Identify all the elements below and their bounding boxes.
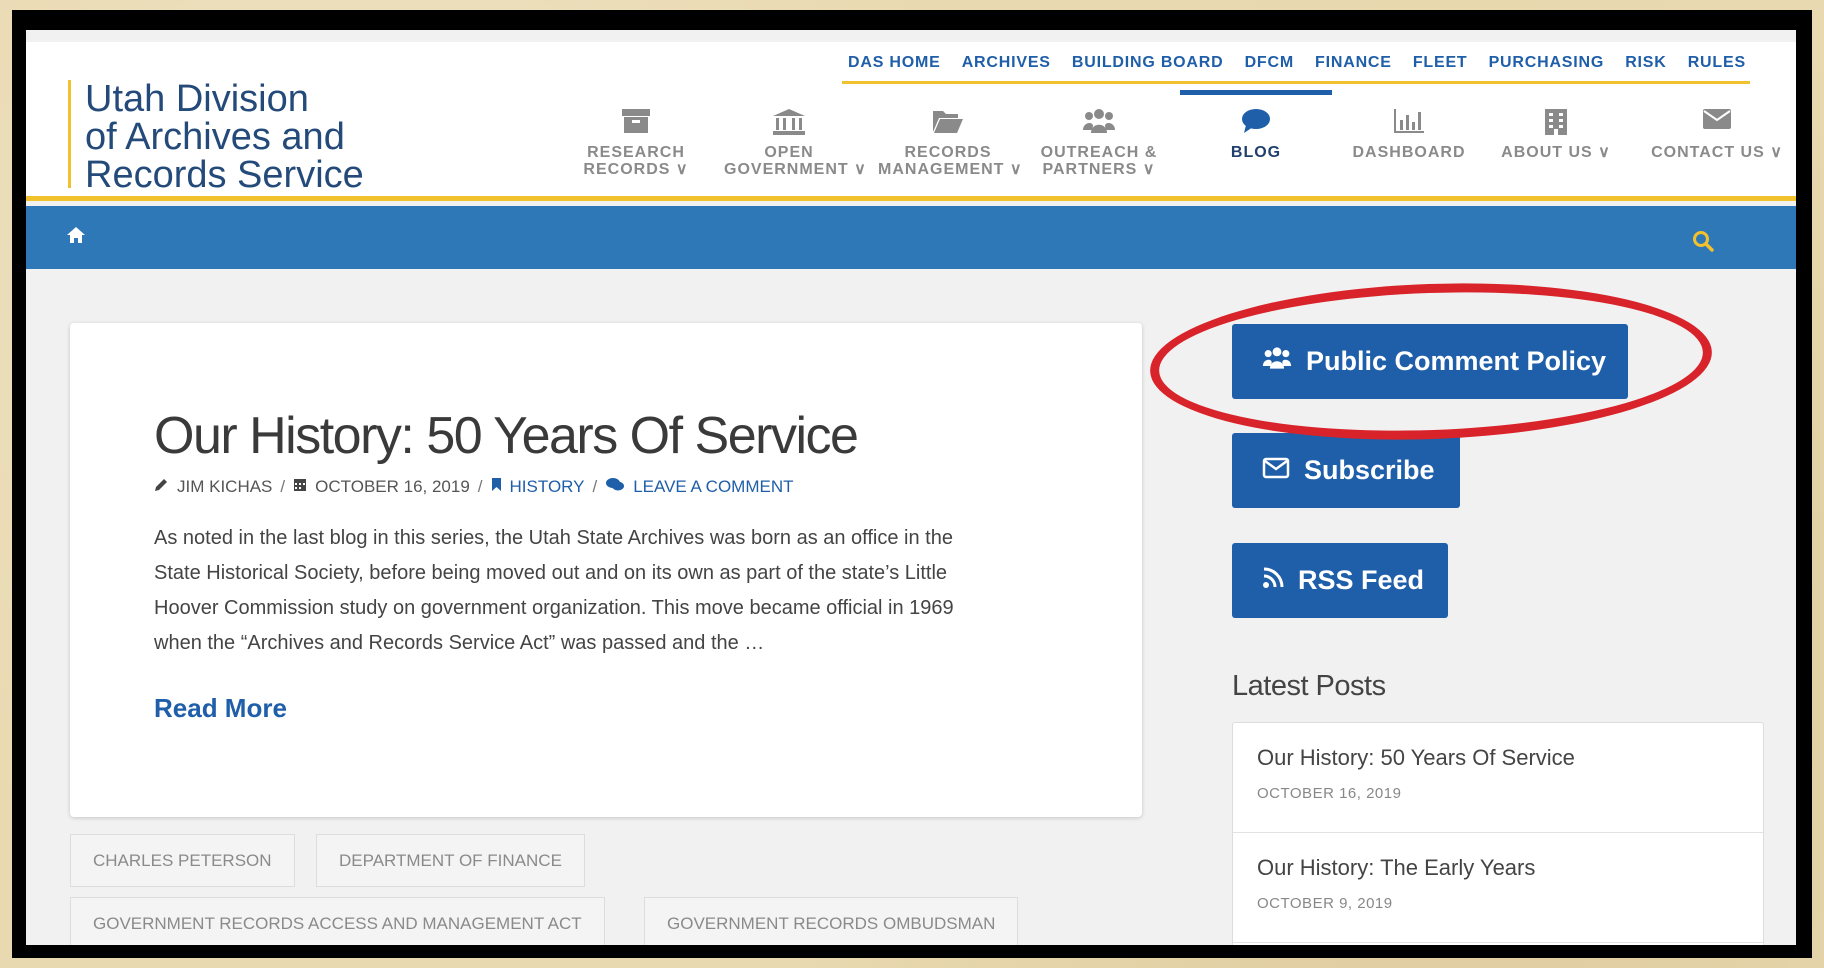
site-header: Utah Division of Archives and Records Se… <box>26 42 1796 201</box>
nav-label: RESEARCH <box>587 144 685 161</box>
button-label: Subscribe <box>1304 455 1435 485</box>
institution-icon <box>724 94 854 144</box>
top-nav: DAS HOME ARCHIVES BUILDING BOARD DFCM FI… <box>842 50 1750 84</box>
topnav-archives[interactable]: ARCHIVES <box>962 54 1051 72</box>
active-indicator <box>1180 90 1332 95</box>
button-label: Public Comment Policy <box>1306 346 1607 376</box>
nav-blog[interactable]: BLOG <box>1180 90 1332 198</box>
post-date: OCTOBER 16, 2019 <box>315 477 470 496</box>
building-icon <box>1496 94 1616 144</box>
latest-post-title[interactable]: Our History: 50 Years Of Service <box>1257 745 1739 771</box>
latest-posts-heading: Latest Posts <box>1232 670 1386 702</box>
tag-link[interactable]: DEPARTMENT OF FINANCE <box>316 834 585 887</box>
post-author: JIM KICHAS <box>177 477 273 496</box>
public-comment-policy-button[interactable]: Public Comment Policy <box>1232 324 1628 399</box>
latest-post-date: OCTOBER 16, 2019 <box>1257 785 1402 802</box>
meta-separator: / <box>477 477 483 496</box>
excerpt-line: when the “Archives and Records Service A… <box>154 632 765 654</box>
meta-separator: / <box>280 477 286 496</box>
excerpt-line: Hoover Commission study on government or… <box>154 597 954 619</box>
topnav-finance[interactable]: FINANCE <box>1315 54 1392 72</box>
topnav-purchasing[interactable]: PURCHASING <box>1489 54 1605 72</box>
envelope-icon <box>1642 94 1792 144</box>
topnav-risk[interactable]: RISK <box>1625 54 1666 72</box>
post-card: Our History: 50 Years Of Service JIM KIC… <box>70 323 1142 817</box>
nav-label: MANAGEMENT ∨ <box>878 161 1023 178</box>
envelope-outline-icon <box>1262 455 1290 486</box>
search-icon[interactable] <box>1692 230 1714 257</box>
topnav-das-home[interactable]: DAS HOME <box>848 54 941 72</box>
nav-label: GOVERNMENT ∨ <box>724 161 867 178</box>
nav-label: BLOG <box>1230 144 1282 161</box>
nav-dashboard[interactable]: DASHBOARD <box>1344 94 1474 198</box>
excerpt-line: State Historical Society, before being m… <box>154 562 948 584</box>
topnav-building-board[interactable]: BUILDING BOARD <box>1072 54 1224 72</box>
post-excerpt: As noted in the last blog in this series… <box>154 521 1054 661</box>
tag-link[interactable]: CHARLES PETERSON <box>70 834 295 887</box>
subscribe-button[interactable]: Subscribe <box>1232 433 1460 508</box>
post-title[interactable]: Our History: 50 Years Of Service <box>154 406 859 466</box>
users-icon <box>1032 94 1166 144</box>
archive-box-icon <box>576 94 696 144</box>
latest-post-title[interactable]: Our History: The Early Years <box>1257 855 1739 881</box>
nav-label: PARTNERS ∨ <box>1042 161 1156 178</box>
users-icon <box>1262 346 1292 377</box>
topnav-dfcm[interactable]: DFCM <box>1245 54 1294 72</box>
logo-line-3: Records Service <box>85 154 364 196</box>
home-icon[interactable] <box>66 226 86 249</box>
nav-label: RECORDS ∨ <box>583 161 689 178</box>
leave-comment-link[interactable]: LEAVE A COMMENT <box>633 477 793 497</box>
logo-line-1: Utah Division <box>85 78 309 120</box>
breadcrumb-bar <box>26 206 1796 269</box>
nav-about-us[interactable]: ABOUT US ∨ <box>1496 94 1616 198</box>
comments-icon <box>605 477 625 497</box>
tag-link[interactable]: GOVERNMENT RECORDS OMBUDSMAN <box>644 897 1019 945</box>
excerpt-line: As noted in the last blog in this series… <box>154 527 953 549</box>
calendar-icon <box>293 477 307 497</box>
rss-icon <box>1262 565 1284 596</box>
nav-label: RECORDS <box>904 144 992 161</box>
nav-label: DASHBOARD <box>1352 144 1466 161</box>
list-item[interactable]: Our History: 50 Years Of Service OCTOBER… <box>1233 723 1763 833</box>
post-meta: JIM KICHAS / OCTOBER 16, 2019 / HISTORY … <box>154 477 794 497</box>
nav-research-records[interactable]: RESEARCH RECORDS ∨ <box>576 94 696 198</box>
bookmark-icon <box>491 477 502 497</box>
list-item[interactable]: Our History: The Early Years OCTOBER 9, … <box>1233 833 1763 943</box>
nav-label: OUTREACH & <box>1040 144 1158 161</box>
read-more-link[interactable]: Read More <box>154 693 287 724</box>
bar-chart-icon <box>1344 94 1474 144</box>
nav-contact-us[interactable]: CONTACT US ∨ <box>1642 94 1792 198</box>
nav-open-government[interactable]: OPEN GOVERNMENT ∨ <box>724 94 867 198</box>
latest-post-date: OCTOBER 9, 2019 <box>1257 895 1393 912</box>
nav-label: ABOUT US ∨ <box>1501 144 1611 161</box>
nav-outreach-partners[interactable]: OUTREACH & PARTNERS ∨ <box>1032 94 1166 198</box>
topnav-fleet[interactable]: FLEET <box>1413 54 1468 72</box>
pencil-icon <box>154 477 169 497</box>
nav-records-management[interactable]: RECORDS MANAGEMENT ∨ <box>878 94 1023 198</box>
latest-posts-list: Our History: 50 Years Of Service OCTOBER… <box>1232 722 1764 945</box>
comment-icon <box>1180 94 1332 144</box>
tag-link[interactable]: GOVERNMENT RECORDS ACCESS AND MANAGEMENT… <box>70 897 605 945</box>
meta-separator: / <box>592 477 598 496</box>
nav-label: OPEN <box>764 144 814 161</box>
main-nav: RESEARCH RECORDS ∨ OPEN GOVERNMENT ∨ REC… <box>556 90 1796 198</box>
logo-line-2: of Archives and <box>85 116 345 158</box>
folder-open-icon <box>878 94 1018 144</box>
web-page: Utah Division of Archives and Records Se… <box>26 30 1796 945</box>
topnav-rules[interactable]: RULES <box>1688 54 1746 72</box>
nav-label: CONTACT US ∨ <box>1651 144 1783 161</box>
post-category-link[interactable]: HISTORY <box>510 477 585 497</box>
button-label: RSS Feed <box>1298 565 1425 595</box>
rss-feed-button[interactable]: RSS Feed <box>1232 543 1448 618</box>
site-logo[interactable]: Utah Division of Archives and Records Se… <box>68 78 364 194</box>
